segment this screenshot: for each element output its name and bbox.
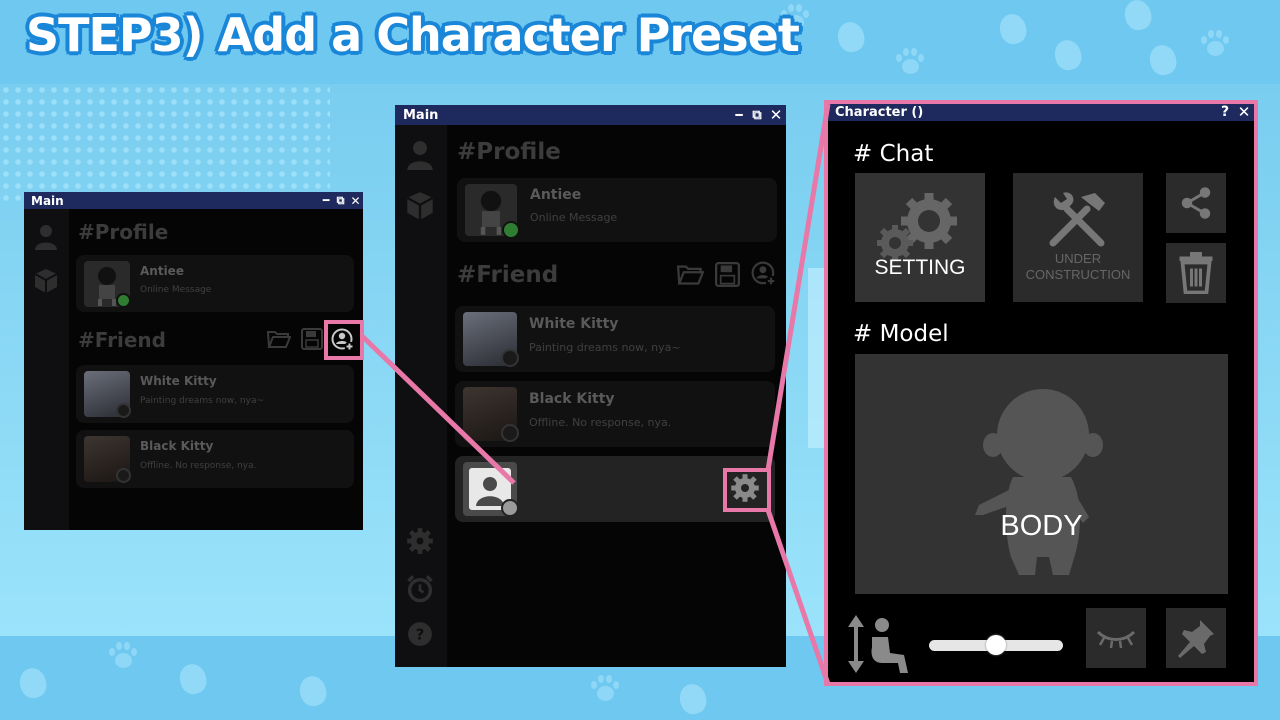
- connector-lines: [360, 103, 831, 685]
